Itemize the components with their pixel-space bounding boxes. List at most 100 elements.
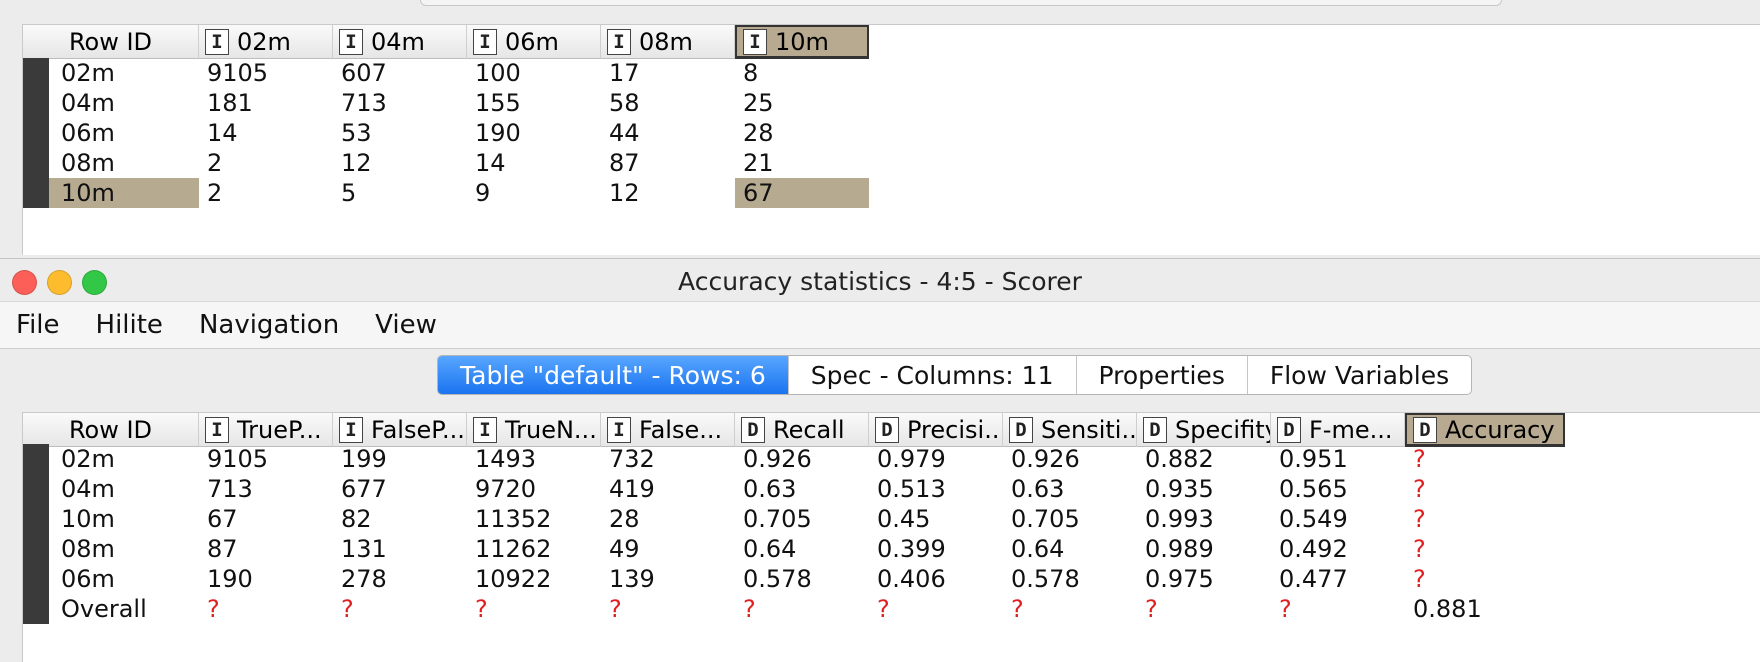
table-cell[interactable]: 49	[601, 534, 735, 564]
column-header-06m[interactable]: I 06m	[467, 25, 601, 59]
table-cell[interactable]: 82	[333, 504, 467, 534]
table-cell[interactable]: 44	[601, 118, 735, 148]
table-cell[interactable]: ?	[1405, 534, 1565, 564]
table-cell[interactable]: 11352	[467, 504, 601, 534]
table-cell[interactable]: 17	[601, 58, 735, 88]
table-cell[interactable]: 0.565	[1271, 474, 1405, 504]
accuracy-statistics-table[interactable]: Row ID I TrueP... I FalseP... I TrueN... I False…	[22, 412, 1760, 662]
table-cell[interactable]: ?	[1405, 504, 1565, 534]
row-id-cell[interactable]: Overall	[23, 594, 199, 624]
table-cell[interactable]: ?	[1405, 444, 1565, 474]
table-cell[interactable]: 28	[735, 118, 869, 148]
tab-spec[interactable]: Spec - Columns: 11	[789, 356, 1077, 394]
table-cell[interactable]: 8	[735, 58, 869, 88]
row-id-cell[interactable]: 10m	[23, 504, 199, 534]
table-cell[interactable]: 278	[333, 564, 467, 594]
table-cell[interactable]: 732	[601, 444, 735, 474]
table-cell[interactable]: ?	[1405, 564, 1565, 594]
table-cell[interactable]: 25	[735, 88, 869, 118]
table-cell[interactable]: 87	[199, 534, 333, 564]
table-cell[interactable]: 0.951	[1271, 444, 1405, 474]
table-cell[interactable]: 0.399	[869, 534, 1003, 564]
column-header-04m[interactable]: I 04m	[333, 25, 467, 59]
table-cell[interactable]: 0.492	[1271, 534, 1405, 564]
table-row[interactable]: 06m 190 278 10922 139 0.578 0.406 0.578 0.975 0.4…	[23, 562, 1565, 596]
table-cell[interactable]: 21	[735, 148, 869, 178]
menu-file[interactable]: File	[16, 310, 60, 340]
table-cell[interactable]: 0.881	[1405, 594, 1565, 624]
table-cell[interactable]: 0.993	[1137, 504, 1271, 534]
table-row[interactable]: 02m 9105 199 1493 732 0.926 0.979 0.926 0.882 0.9…	[23, 442, 1565, 476]
table-cell[interactable]: 199	[333, 444, 467, 474]
table-cell[interactable]: 0.926	[735, 444, 869, 474]
table-cell[interactable]: 0.64	[735, 534, 869, 564]
table-cell[interactable]: 0.578	[1003, 564, 1137, 594]
table-cell[interactable]: ?	[333, 594, 467, 624]
table-cell[interactable]: ?	[1137, 594, 1271, 624]
column-header-row-id[interactable]: Row ID	[23, 25, 199, 59]
table-cell[interactable]: 0.63	[1003, 474, 1137, 504]
table-row[interactable]: 08m 2 12 14 87 21	[23, 146, 869, 180]
table-cell[interactable]: ?	[1003, 594, 1137, 624]
table-cell[interactable]: 87	[601, 148, 735, 178]
table-cell[interactable]: 14	[467, 148, 601, 178]
table-cell[interactable]: 139	[601, 564, 735, 594]
row-id-cell[interactable]: 10m	[23, 178, 199, 208]
table-cell[interactable]: 713	[199, 474, 333, 504]
table-cell[interactable]: 53	[333, 118, 467, 148]
table-cell[interactable]: 190	[467, 118, 601, 148]
table-cell[interactable]: 12	[333, 148, 467, 178]
table-cell[interactable]: 9105	[199, 444, 333, 474]
table-cell[interactable]: 419	[601, 474, 735, 504]
table-cell[interactable]: 0.705	[735, 504, 869, 534]
table-cell[interactable]: 67	[199, 504, 333, 534]
table-cell[interactable]: 0.979	[869, 444, 1003, 474]
row-id-cell[interactable]: 06m	[23, 118, 199, 148]
table-cell[interactable]: 0.882	[1137, 444, 1271, 474]
table-cell[interactable]: 0.64	[1003, 534, 1137, 564]
table-cell[interactable]: 190	[199, 564, 333, 594]
table-cell[interactable]: ?	[1271, 594, 1405, 624]
table-cell[interactable]: 58	[601, 88, 735, 118]
table-cell[interactable]: 0.549	[1271, 504, 1405, 534]
table-cell[interactable]: ?	[467, 594, 601, 624]
table-row[interactable]: 10m 67 82 11352 28 0.705 0.45 0.705 0.993 0.549?	[23, 502, 1565, 536]
table-cell[interactable]: 0.926	[1003, 444, 1137, 474]
table-cell[interactable]: ?	[869, 594, 1003, 624]
confusion-matrix-table[interactable]: Row ID I 02m I 04m I 06m I 08m I 10m 02m 9105 607 100…	[22, 24, 1760, 255]
table-cell[interactable]: 0.63	[735, 474, 869, 504]
column-header-10m[interactable]: I 10m	[735, 25, 869, 59]
table-row[interactable]: 02m 9105 607 100 17 8	[23, 56, 869, 90]
row-id-cell[interactable]: 04m	[23, 88, 199, 118]
table-cell[interactable]: 155	[467, 88, 601, 118]
table-row[interactable]: 06m 14 53 190 44 28	[23, 116, 869, 150]
row-id-cell[interactable]: 06m	[23, 564, 199, 594]
table-cell[interactable]: 28	[601, 504, 735, 534]
table-cell[interactable]: 9105	[199, 58, 333, 88]
table-cell[interactable]: 9720	[467, 474, 601, 504]
table-cell[interactable]: ?	[735, 594, 869, 624]
table-cell[interactable]: 131	[333, 534, 467, 564]
table-cell[interactable]: 5	[333, 178, 467, 208]
table-cell[interactable]: 0.406	[869, 564, 1003, 594]
table-cell[interactable]: 100	[467, 58, 601, 88]
table-cell[interactable]: 2	[199, 178, 333, 208]
table-cell[interactable]: 12	[601, 178, 735, 208]
table-cell[interactable]: 677	[333, 474, 467, 504]
table-cell[interactable]: 2	[199, 148, 333, 178]
row-id-cell[interactable]: 04m	[23, 474, 199, 504]
table-cell[interactable]: 0.578	[735, 564, 869, 594]
table-cell[interactable]: 14	[199, 118, 333, 148]
table-cell[interactable]: 0.989	[1137, 534, 1271, 564]
table-cell[interactable]: 607	[333, 58, 467, 88]
table-cell[interactable]: 0.513	[869, 474, 1003, 504]
table-row[interactable]: 08m 87 131 11262 49 0.64 0.399 0.64 0.989 0.492?	[23, 532, 1565, 566]
menu-hilite[interactable]: Hilite	[96, 310, 163, 340]
table-cell[interactable]: 713	[333, 88, 467, 118]
table-cell[interactable]: 0.45	[869, 504, 1003, 534]
tab-table-default[interactable]: Table "default" - Rows: 6	[438, 356, 789, 394]
menu-navigation[interactable]: Navigation	[199, 310, 339, 340]
row-id-cell[interactable]: 02m	[23, 444, 199, 474]
column-header-02m[interactable]: I 02m	[199, 25, 333, 59]
table-cell[interactable]: 11262	[467, 534, 601, 564]
